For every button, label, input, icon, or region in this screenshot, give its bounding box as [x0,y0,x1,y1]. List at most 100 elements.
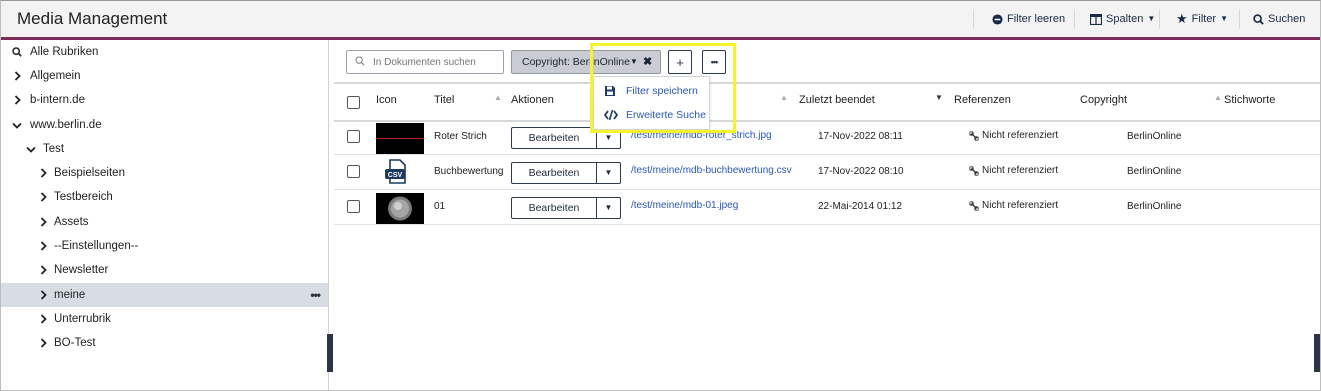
row-copyright: BerlinOnline [1127,166,1182,177]
sidebar-item-label: Test [43,143,65,155]
chevron-right-icon [38,258,48,282]
row-title: 01 [434,201,446,212]
sidebar-item-label: Assets [54,216,89,228]
row-checkbox[interactable] [347,130,360,143]
header-divider [973,9,974,29]
search-button[interactable]: Suchen [1253,10,1305,28]
sidebar-item-testbereich[interactable]: Testbereich [1,185,328,209]
advanced-search-menu-item[interactable]: Erweiterte Suche [594,103,709,127]
table-row[interactable]: Roter Strich Bearbeiten ▼ /test/meine/md… [334,120,1320,155]
sort-icon[interactable]: ▲ [780,93,788,102]
columns-icon [1090,13,1102,25]
clear-filter-label: Filter leeren [1007,13,1066,25]
edit-button[interactable]: Bearbeiten [512,198,596,218]
chevron-down-icon [26,137,36,161]
more-icon: ••• [710,57,719,67]
app-header: Media Management Filter leeren Spalten ▼… [1,1,1320,40]
save-filter-menu-item[interactable]: Filter speichern [594,79,709,103]
clear-filter-button[interactable]: Filter leeren [992,10,1065,28]
column-header-keywords: Stichworte [1224,94,1276,106]
sidebar-collapse-handle[interactable] [327,334,333,372]
search-icon [355,56,365,66]
sidebar-item-assets[interactable]: Assets [1,210,328,234]
row-copyright: BerlinOnline [1127,201,1182,212]
sidebar-item-allgemein[interactable]: Allgemein [1,64,328,88]
column-header-copyright[interactable]: Copyright [1080,94,1127,106]
column-header-title[interactable]: Titel [434,94,454,106]
close-icon[interactable]: ✖ [643,51,652,73]
save-icon [605,86,615,96]
document-search-field[interactable] [346,50,504,74]
sidebar-item-unterrubrik[interactable]: Unterrubrik [1,307,328,331]
row-references: Nicht referenziert [969,130,1058,141]
row-path-link[interactable]: /test/meine/mdb-roter_strich.jpg [631,130,772,141]
sidebar-item-beispielseiten[interactable]: Beispielseiten [1,161,328,185]
sort-desc-icon[interactable]: ▼ [935,93,943,102]
reference-status: Nicht referenziert [982,165,1059,176]
chevron-right-icon [38,185,48,209]
filter-label: Filter [1191,13,1217,25]
edit-button-group: Bearbeiten ▼ [511,197,621,219]
select-all-checkbox[interactable] [347,96,360,109]
sidebar-item-label: meine [54,289,86,301]
chevron-right-icon [12,64,22,88]
search-label: Suchen [1268,13,1306,25]
caret-down-icon[interactable]: ▼ [630,51,638,73]
reference-status: Nicht referenziert [982,130,1059,141]
sidebar-item-label: www.berlin.de [30,119,102,131]
search-icon [12,40,22,64]
chevron-right-icon [38,161,48,185]
chevron-down-icon [12,113,22,137]
chevron-right-icon [38,234,48,258]
sort-icon[interactable]: ▲ [494,93,502,102]
caret-down-icon[interactable]: ▼ [597,128,620,148]
edit-button[interactable]: Bearbeiten [512,163,596,183]
row-references: Nicht referenziert [969,200,1058,211]
caret-down-icon[interactable]: ▼ [597,163,620,183]
column-header-last-finished[interactable]: Zuletzt beendet [799,94,875,106]
document-search-input[interactable] [371,53,500,71]
row-path-link[interactable]: /test/meine/mdb-01.jpeg [631,200,738,211]
sidebar-item-meine[interactable]: meine ••• [1,283,328,307]
caret-down-icon[interactable]: ▼ [597,198,620,218]
main-content: Copyright: BerlinOnline ▼ ✖ + ••• Icon T… [334,40,1320,390]
columns-button[interactable]: Spalten ▼ [1090,10,1155,28]
row-path-link[interactable]: /test/meine/mdb-buchbewertung.csv [631,165,792,176]
sidebar-item-einstellungen[interactable]: --Einstellungen-- [1,234,328,258]
sidebar-item-www-berlin[interactable]: www.berlin.de [1,113,328,137]
edit-button[interactable]: Bearbeiten [512,128,596,148]
sidebar-item-b-intern[interactable]: b-intern.de [1,88,328,112]
sidebar-item-test[interactable]: Test [1,137,328,161]
table-row[interactable]: 01 Bearbeiten ▼ /test/meine/mdb-01.jpeg … [334,190,1320,225]
sidebar-item-alle-rubriken[interactable]: Alle Rubriken [1,40,328,64]
more-options-button[interactable]: ••• [702,50,726,74]
row-checkbox[interactable] [347,200,360,213]
sidebar-item-label: Alle Rubriken [30,46,99,58]
chevron-right-icon [38,331,48,355]
filter-button[interactable]: ★ Filter ▼ [1176,10,1228,28]
menu-item-label: Filter speichern [626,85,698,97]
sidebar-item-bo-test[interactable]: BO-Test [1,331,328,355]
copyright-filter-chip[interactable]: Copyright: BerlinOnline ▼ ✖ [511,50,661,74]
svg-text:CSV: CSV [388,172,403,179]
caret-down-icon: ▼ [1147,14,1156,23]
table-row[interactable]: CSV Buchbewertung Bearbeiten ▼ /test/mei… [334,155,1320,190]
row-date: 17-Nov-2022 08:10 [818,166,904,177]
search-icon [1253,13,1264,25]
caret-down-icon: ▼ [1220,14,1229,23]
sidebar-item-newsletter[interactable]: Newsletter [1,258,328,282]
sort-icon[interactable]: ▲ [1214,93,1222,102]
row-copyright: BerlinOnline [1127,131,1182,142]
table-header: Icon Titel ▲ Aktionen ▲ Zuletzt beendet … [334,82,1320,122]
filter-chip-label: Copyright: BerlinOnline [522,56,630,68]
csv-file-icon: CSV [384,158,410,186]
sidebar-item-label: b-intern.de [30,94,85,106]
sidebar-item-label: Newsletter [54,264,109,276]
row-date: 22-Mai-2014 01:12 [818,201,902,212]
sidebar-item-label: Allgemein [30,70,81,82]
sidebar-item-label: --Einstellungen-- [54,240,139,252]
more-options-icon[interactable]: ••• [310,283,321,307]
row-checkbox[interactable] [347,165,360,178]
add-filter-button[interactable]: + [668,50,692,74]
menu-item-label: Erweiterte Suche [626,109,706,121]
